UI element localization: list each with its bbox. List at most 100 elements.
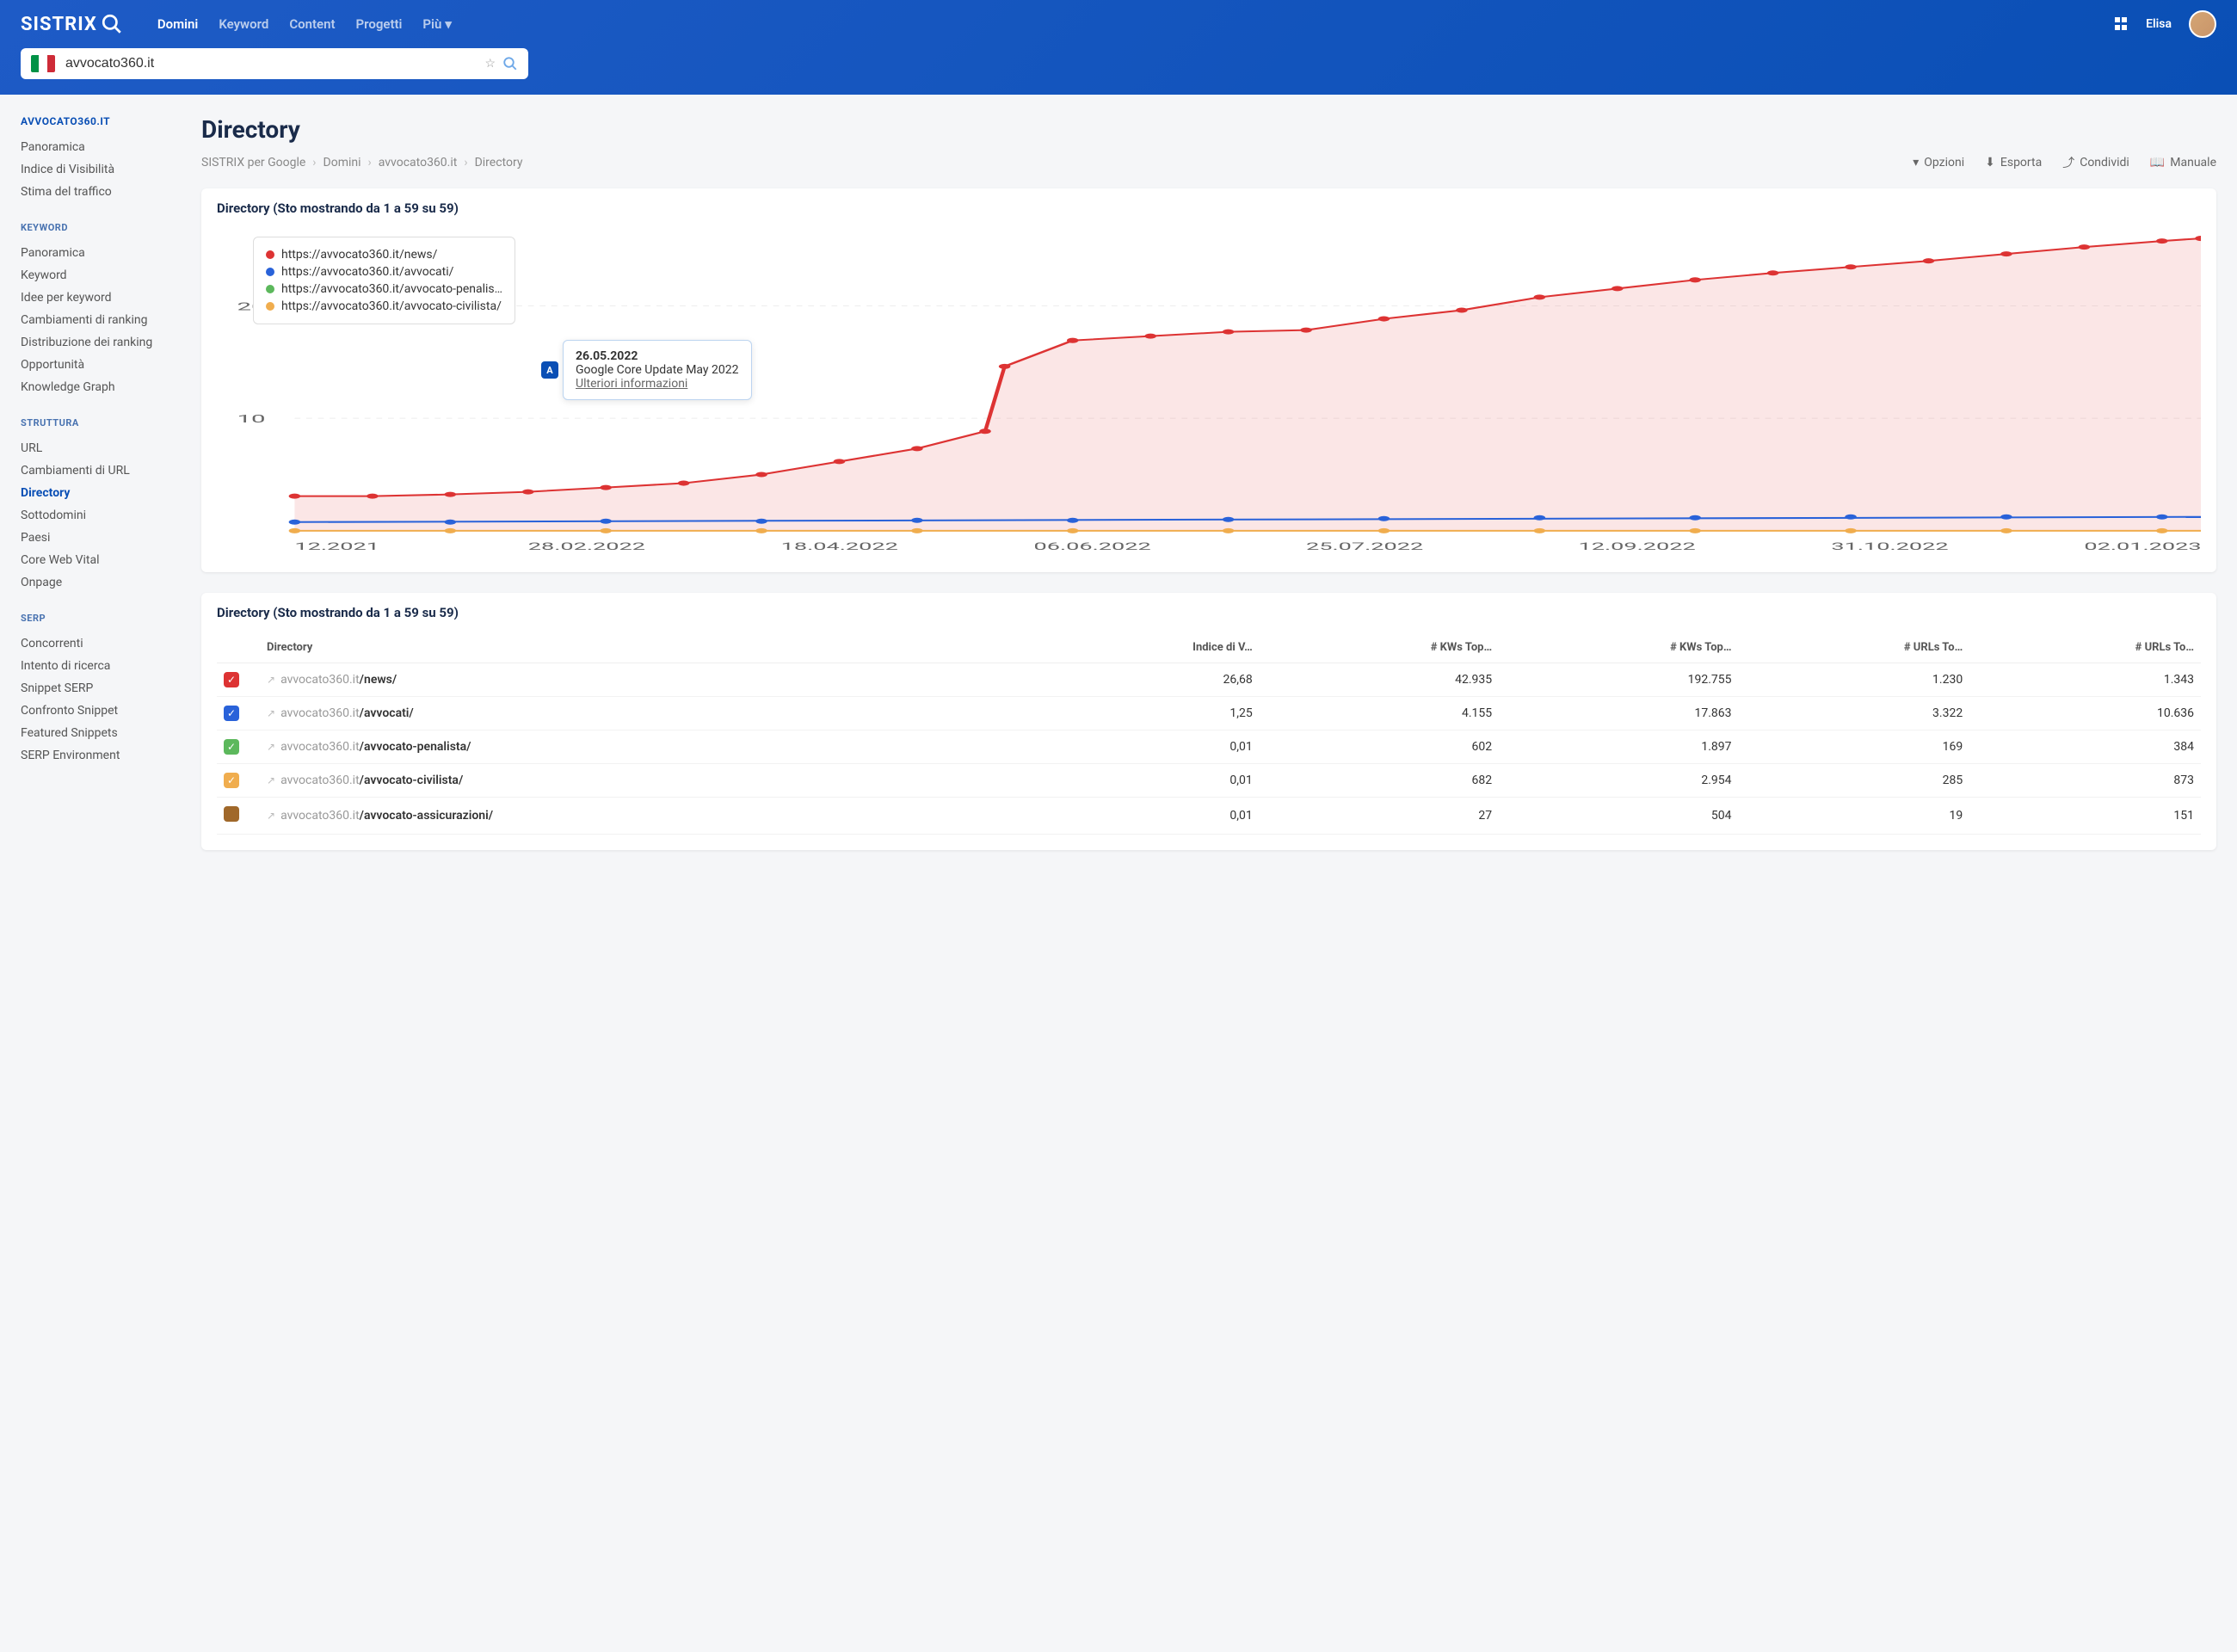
sidebar-item-core-web-vital[interactable]: Core Web Vital (21, 549, 181, 571)
legend-item[interactable]: https://avvocato360.it/avvocato-civilist… (266, 298, 502, 315)
table-row[interactable]: ↗avvocato360.it/avvocato-assicurazioni/ … (217, 798, 2201, 835)
cell-urls2: 10.636 (1969, 697, 2201, 730)
share-icon: ⤴ (2062, 154, 2074, 171)
sidebar-item-stima-traffico[interactable]: Stima del traffico (21, 181, 181, 203)
sidebar-item-url[interactable]: URL (21, 437, 181, 459)
cell-urls2: 873 (1969, 764, 2201, 798)
row-checkbox[interactable] (224, 806, 239, 822)
breadcrumb-item[interactable]: Domini (324, 156, 361, 170)
search-submit-icon[interactable] (502, 56, 518, 71)
external-link-icon[interactable]: ↗ (267, 707, 275, 719)
apps-icon[interactable] (2115, 17, 2129, 31)
external-link-icon[interactable]: ↗ (267, 674, 275, 686)
col-directory[interactable]: Directory (260, 632, 1025, 663)
tooltip-link[interactable]: Ulteriori informazioni (576, 377, 687, 391)
download-icon: ⬇ (1985, 156, 1995, 170)
sidebar-item-kw-opportunita[interactable]: Opportunità (21, 354, 181, 376)
options-button[interactable]: ▾Opzioni (1913, 154, 1964, 171)
sidebar-item-paesi[interactable]: Paesi (21, 527, 181, 549)
row-checkbox[interactable]: ✓ (224, 672, 239, 687)
breadcrumb: SISTRIX per Google› Domini› avvocato360.… (201, 156, 522, 170)
dir-prefix: avvocato360.it (280, 774, 360, 787)
svg-text:18.04.2022: 18.04.2022 (781, 541, 898, 553)
sidebar-item-serp-environment[interactable]: SERP Environment (21, 744, 181, 767)
export-button[interactable]: ⬇Esporta (1985, 154, 2042, 171)
sidebar-item-snippet-serp[interactable]: Snippet SERP (21, 677, 181, 700)
svg-text:12.09.2022: 12.09.2022 (1579, 541, 1696, 553)
dir-prefix: avvocato360.it (280, 673, 360, 687)
sidebar-item-kw-idee[interactable]: Idee per keyword (21, 287, 181, 309)
sidebar-item-directory[interactable]: Directory (21, 482, 181, 504)
svg-text:02.01.2023: 02.01.2023 (2084, 541, 2201, 553)
country-flag-italy[interactable] (31, 55, 55, 72)
sidebar-item-featured-snippets[interactable]: Featured Snippets (21, 722, 181, 744)
sidebar-item-intento[interactable]: Intento di ricerca (21, 655, 181, 677)
table-row[interactable]: ✓ ↗avvocato360.it/avvocato-penalista/ 0,… (217, 730, 2201, 764)
search-icon (101, 13, 123, 35)
sidebar-item-indice-visibilita[interactable]: Indice di Visibilità (21, 158, 181, 181)
dir-prefix: avvocato360.it (280, 740, 360, 754)
search-bar: ☆ (21, 48, 528, 79)
sidebar-item-sottodomini[interactable]: Sottodomini (21, 504, 181, 527)
col-urls-1[interactable]: # URLs To… (1739, 632, 1970, 663)
col-kws-top-1[interactable]: # KWs Top… (1260, 632, 1499, 663)
cell-kws1: 27 (1260, 798, 1499, 835)
sidebar-item-kw-cambiamenti[interactable]: Cambiamenti di ranking (21, 309, 181, 331)
sidebar-item-onpage[interactable]: Onpage (21, 571, 181, 594)
external-link-icon[interactable]: ↗ (267, 774, 275, 786)
external-link-icon[interactable]: ↗ (267, 741, 275, 753)
col-urls-2[interactable]: # URLs To… (1969, 632, 2201, 663)
star-icon[interactable]: ☆ (484, 57, 496, 71)
manual-button[interactable]: 📖Manuale (2150, 154, 2216, 171)
legend-item[interactable]: https://avvocato360.it/avvocati/ (266, 263, 502, 280)
nav-keyword[interactable]: Keyword (219, 16, 268, 32)
nav-domini[interactable]: Domini (157, 16, 198, 32)
nav-content[interactable]: Content (289, 16, 335, 32)
avatar[interactable] (2189, 10, 2216, 38)
sidebar-item-cambiamenti-url[interactable]: Cambiamenti di URL (21, 459, 181, 482)
share-button[interactable]: ⤴Condividi (2062, 154, 2129, 171)
book-icon: 📖 (2150, 156, 2165, 170)
col-kws-top-2[interactable]: # KWs Top… (1499, 632, 1738, 663)
external-link-icon[interactable]: ↗ (267, 810, 275, 822)
sidebar-item-kw-keyword[interactable]: Keyword (21, 264, 181, 287)
dir-path: /avvocati/ (360, 706, 414, 720)
table-row[interactable]: ✓ ↗avvocato360.it/avvocato-civilista/ 0,… (217, 764, 2201, 798)
tooltip-date: 26.05.2022 (576, 349, 739, 363)
table-row[interactable]: ✓ ↗avvocato360.it/news/ 26,68 42.935 192… (217, 663, 2201, 697)
chart-marker[interactable]: A (541, 361, 558, 379)
dir-prefix: avvocato360.it (280, 809, 360, 823)
row-checkbox[interactable]: ✓ (224, 706, 239, 721)
svg-text:31.10.2022: 31.10.2022 (1831, 541, 1948, 553)
row-checkbox[interactable]: ✓ (224, 739, 239, 755)
sidebar-item-kw-distribuzione[interactable]: Distribuzione dei ranking (21, 331, 181, 354)
nav-progetti[interactable]: Progetti (356, 16, 403, 32)
sidebar-item-concorrenti[interactable]: Concorrenti (21, 632, 181, 655)
svg-text:28.02.2022: 28.02.2022 (528, 541, 645, 553)
sidebar-item-kw-knowledge[interactable]: Knowledge Graph (21, 376, 181, 398)
svg-text:12.2021: 12.2021 (294, 541, 379, 553)
breadcrumb-item[interactable]: avvocato360.it (379, 156, 458, 170)
legend-item[interactable]: https://avvocato360.it/news/ (266, 246, 502, 263)
sidebar-item-panoramica[interactable]: Panoramica (21, 136, 181, 158)
table-row[interactable]: ✓ ↗avvocato360.it/avvocati/ 1,25 4.155 1… (217, 697, 2201, 730)
sidebar-item-kw-panoramica[interactable]: Panoramica (21, 242, 181, 264)
col-indice[interactable]: Indice di V… (1025, 632, 1260, 663)
dir-path: /avvocato-civilista/ (360, 774, 464, 787)
main-nav: Domini Keyword Content Progetti Più ▾ (157, 16, 452, 32)
row-checkbox[interactable]: ✓ (224, 773, 239, 788)
cell-kws1: 42.935 (1260, 663, 1499, 697)
search-input[interactable] (65, 56, 478, 71)
breadcrumb-item: Directory (475, 156, 523, 170)
chart-title: Directory (Sto mostrando da 1 a 59 su 59… (201, 188, 2216, 228)
nav-more[interactable]: Più ▾ (422, 16, 451, 32)
breadcrumb-item[interactable]: SISTRIX per Google (201, 156, 305, 170)
dir-path: /avvocato-assicurazioni/ (360, 809, 493, 823)
user-name[interactable]: Elisa (2146, 17, 2172, 31)
cell-indice: 0,01 (1025, 730, 1260, 764)
sidebar-item-confronto-snippet[interactable]: Confronto Snippet (21, 700, 181, 722)
cell-urls1: 19 (1739, 798, 1970, 835)
logo[interactable]: SISTRIX (21, 13, 123, 35)
legend-item[interactable]: https://avvocato360.it/avvocato-penalis… (266, 280, 502, 298)
cell-urls2: 151 (1969, 798, 2201, 835)
